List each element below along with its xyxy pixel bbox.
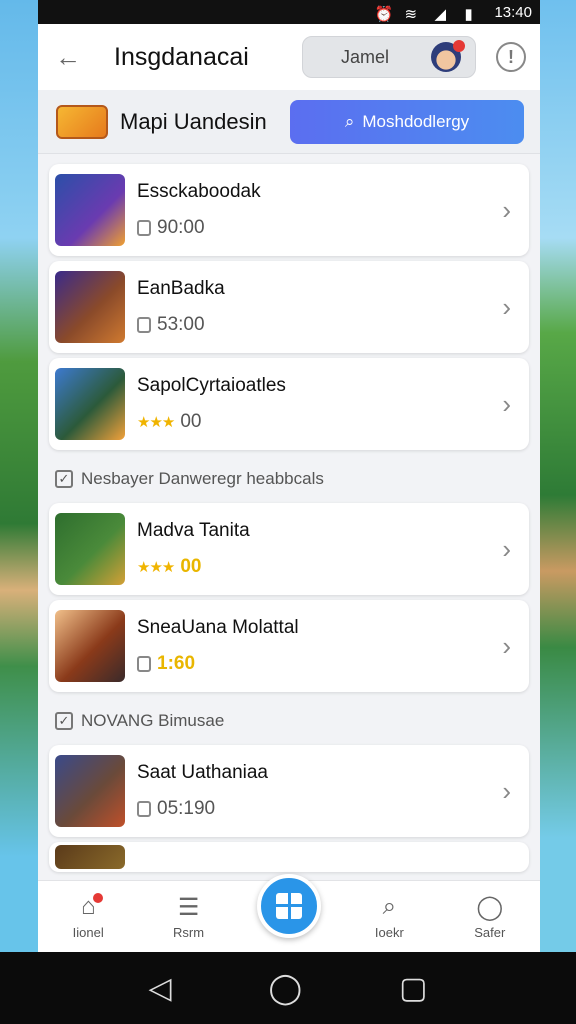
section-header: ✓ NOVANG Bimusae [49, 697, 529, 745]
signal-icon: ◢ [434, 6, 446, 23]
app-bar: ← Insgdanacai Jamel ! [38, 24, 540, 90]
nav-search-label: Ioekr [374, 925, 404, 940]
list-item[interactable]: Saat Uathaniaa 05:190 › [49, 745, 529, 837]
home-icon: ⌂ [81, 893, 104, 925]
background-scenery-left [0, 0, 40, 952]
list-item[interactable]: SapolCyrtaioatles ★★★ 00 › [49, 358, 529, 450]
game-score: 00 [180, 411, 202, 432]
notification-dot [93, 893, 104, 903]
game-thumbnail [55, 368, 125, 440]
section-header: ✓ Nesbayer Danweregr heabbcals [49, 455, 529, 503]
featured-banner: Mapi Uandesin ⌕ Moshdodlergy [38, 90, 540, 154]
arrow-left-icon[interactable]: ← [52, 41, 84, 73]
game-thumbnail [55, 755, 125, 827]
list-item[interactable]: SneaUana Molattal 1:60 › [49, 600, 529, 692]
rating-stars-icon: ★★★ [137, 559, 175, 576]
user-account-button[interactable]: Jamel [302, 36, 476, 78]
game-title: Essckaboodak [137, 181, 261, 202]
nav-home-label: Iionel [72, 925, 104, 940]
banner-logo [56, 104, 108, 139]
nav-center[interactable] [249, 873, 329, 938]
game-title: SneaUana Molattal [137, 617, 299, 638]
game-time: 53:00 [157, 314, 205, 335]
chevron-right-icon: › [502, 388, 511, 419]
game-score: 00 [180, 556, 202, 577]
avatar [431, 40, 465, 72]
search-button-label: Moshdodlergy [362, 111, 470, 131]
page-title: Insgdanacai [114, 42, 249, 71]
game-time: 05:190 [157, 798, 216, 819]
alarm-icon: ⏰ [374, 6, 394, 23]
chevron-right-icon: › [502, 533, 511, 564]
status-time: 13:40 [494, 3, 532, 21]
lock-icon [137, 220, 151, 236]
search-button[interactable]: ⌕ Moshdodlergy [290, 99, 524, 144]
wifi-icon: ≋ [404, 6, 418, 23]
section-label: Nesbayer Danweregr heabbcals [81, 469, 324, 488]
game-thumbnail [55, 610, 125, 682]
info-icon[interactable]: ! [496, 42, 526, 72]
user-icon: ◯ [476, 894, 504, 921]
lock-icon [137, 317, 151, 333]
nav-feed-label: Rsrm [173, 925, 205, 940]
recents-square-icon[interactable]: ▢ [399, 971, 427, 1006]
game-thumbnail [55, 845, 125, 869]
lock-icon [137, 801, 151, 817]
bottom-navigation: ⌂ Iionel ☰ Rsrm ⌕ Ioekr ◯ Safer [38, 873, 540, 952]
game-time: 1:60 [157, 653, 196, 674]
search-icon: ⌕ [344, 111, 355, 131]
nav-feed[interactable]: ☰ Rsrm [149, 893, 229, 940]
game-title: SapolCyrtaioatles [137, 375, 286, 396]
section-label: NOVANG Bimusae [81, 711, 225, 730]
game-list: Essckaboodak 90:00 › EanBadka 53:00 › Sa… [38, 154, 540, 872]
nav-profile-label: Safer [474, 925, 506, 940]
rating-stars-icon: ★★★ [137, 414, 175, 431]
list-item[interactable] [49, 842, 529, 872]
game-thumbnail [55, 174, 125, 246]
checkbox-icon: ✓ [55, 470, 73, 488]
nav-profile[interactable]: ◯ Safer [450, 893, 530, 940]
nav-home[interactable]: ⌂ Iionel [48, 893, 128, 940]
game-title: Madva Tanita [137, 520, 250, 541]
search-icon: ⌕ [382, 893, 397, 920]
chevron-right-icon: › [502, 775, 511, 806]
chevron-right-icon: › [502, 630, 511, 661]
banner-title: Mapi Uandesin [120, 108, 267, 134]
game-title: EanBadka [137, 278, 225, 299]
home-circle-icon[interactable]: ◯ [269, 971, 303, 1006]
grid-icon [275, 892, 302, 919]
background-scenery-right [536, 0, 576, 952]
user-name: Jamel [341, 46, 390, 67]
system-navigation-bar: ◁ ◯ ▢ [0, 952, 576, 1024]
app-screen: ⏰ ≋ ◢ ▮ 13:40 ← Insgdanacai Jamel ! Mapi… [38, 0, 540, 952]
game-thumbnail [55, 271, 125, 343]
list-item[interactable]: Madva Tanita ★★★ 00 › [49, 503, 529, 595]
list-item[interactable]: Essckaboodak 90:00 › [49, 164, 529, 256]
game-thumbnail [55, 513, 125, 585]
battery-icon: ▮ [464, 6, 473, 23]
nav-search[interactable]: ⌕ Ioekr [349, 893, 429, 940]
chevron-right-icon: › [502, 291, 511, 322]
lock-icon [137, 656, 151, 672]
game-time: 90:00 [157, 217, 205, 238]
chevron-right-icon: › [502, 194, 511, 225]
grid-fab-button[interactable] [256, 873, 321, 938]
list-item[interactable]: EanBadka 53:00 › [49, 261, 529, 353]
list-icon: ☰ [177, 894, 200, 921]
checkbox-icon: ✓ [55, 712, 73, 730]
back-triangle-icon[interactable]: ◁ [148, 971, 171, 1006]
game-title: Saat Uathaniaa [137, 762, 268, 783]
status-bar: ⏰ ≋ ◢ ▮ 13:40 [38, 0, 540, 24]
